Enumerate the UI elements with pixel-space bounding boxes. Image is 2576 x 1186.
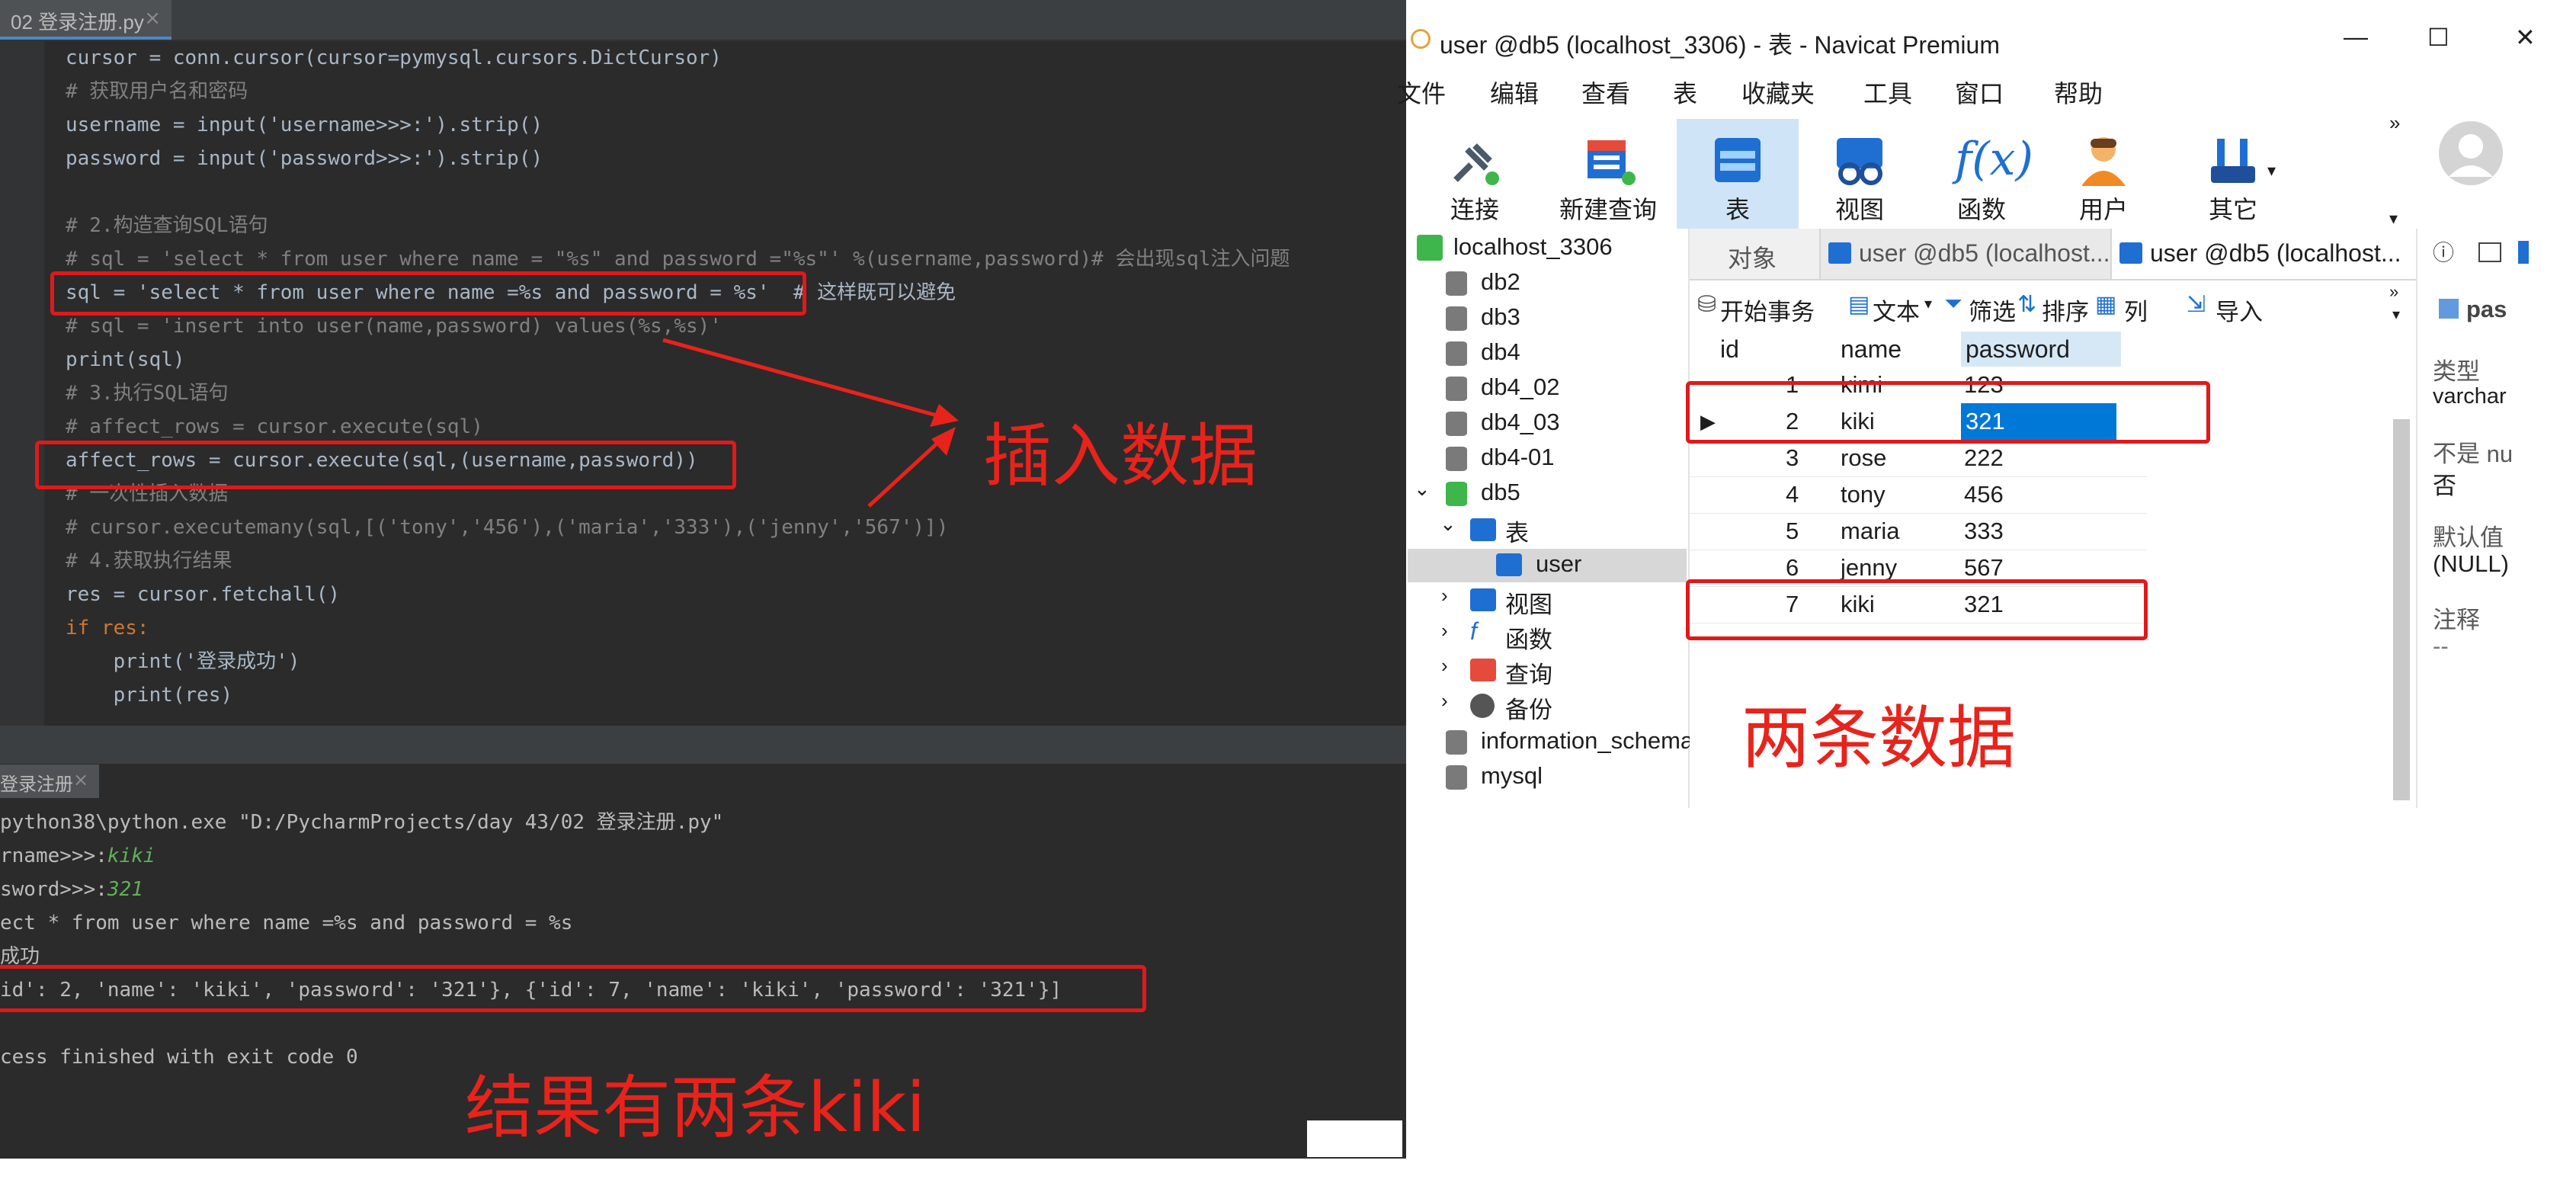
annotation-two-rows: 两条数据 [1741,698,2016,778]
annotation-arrows [662,338,959,508]
annotation-insert-data: 插入数据 [983,416,1258,496]
annotation-result-two-kiki: 结果有两条kiki [465,1068,926,1148]
